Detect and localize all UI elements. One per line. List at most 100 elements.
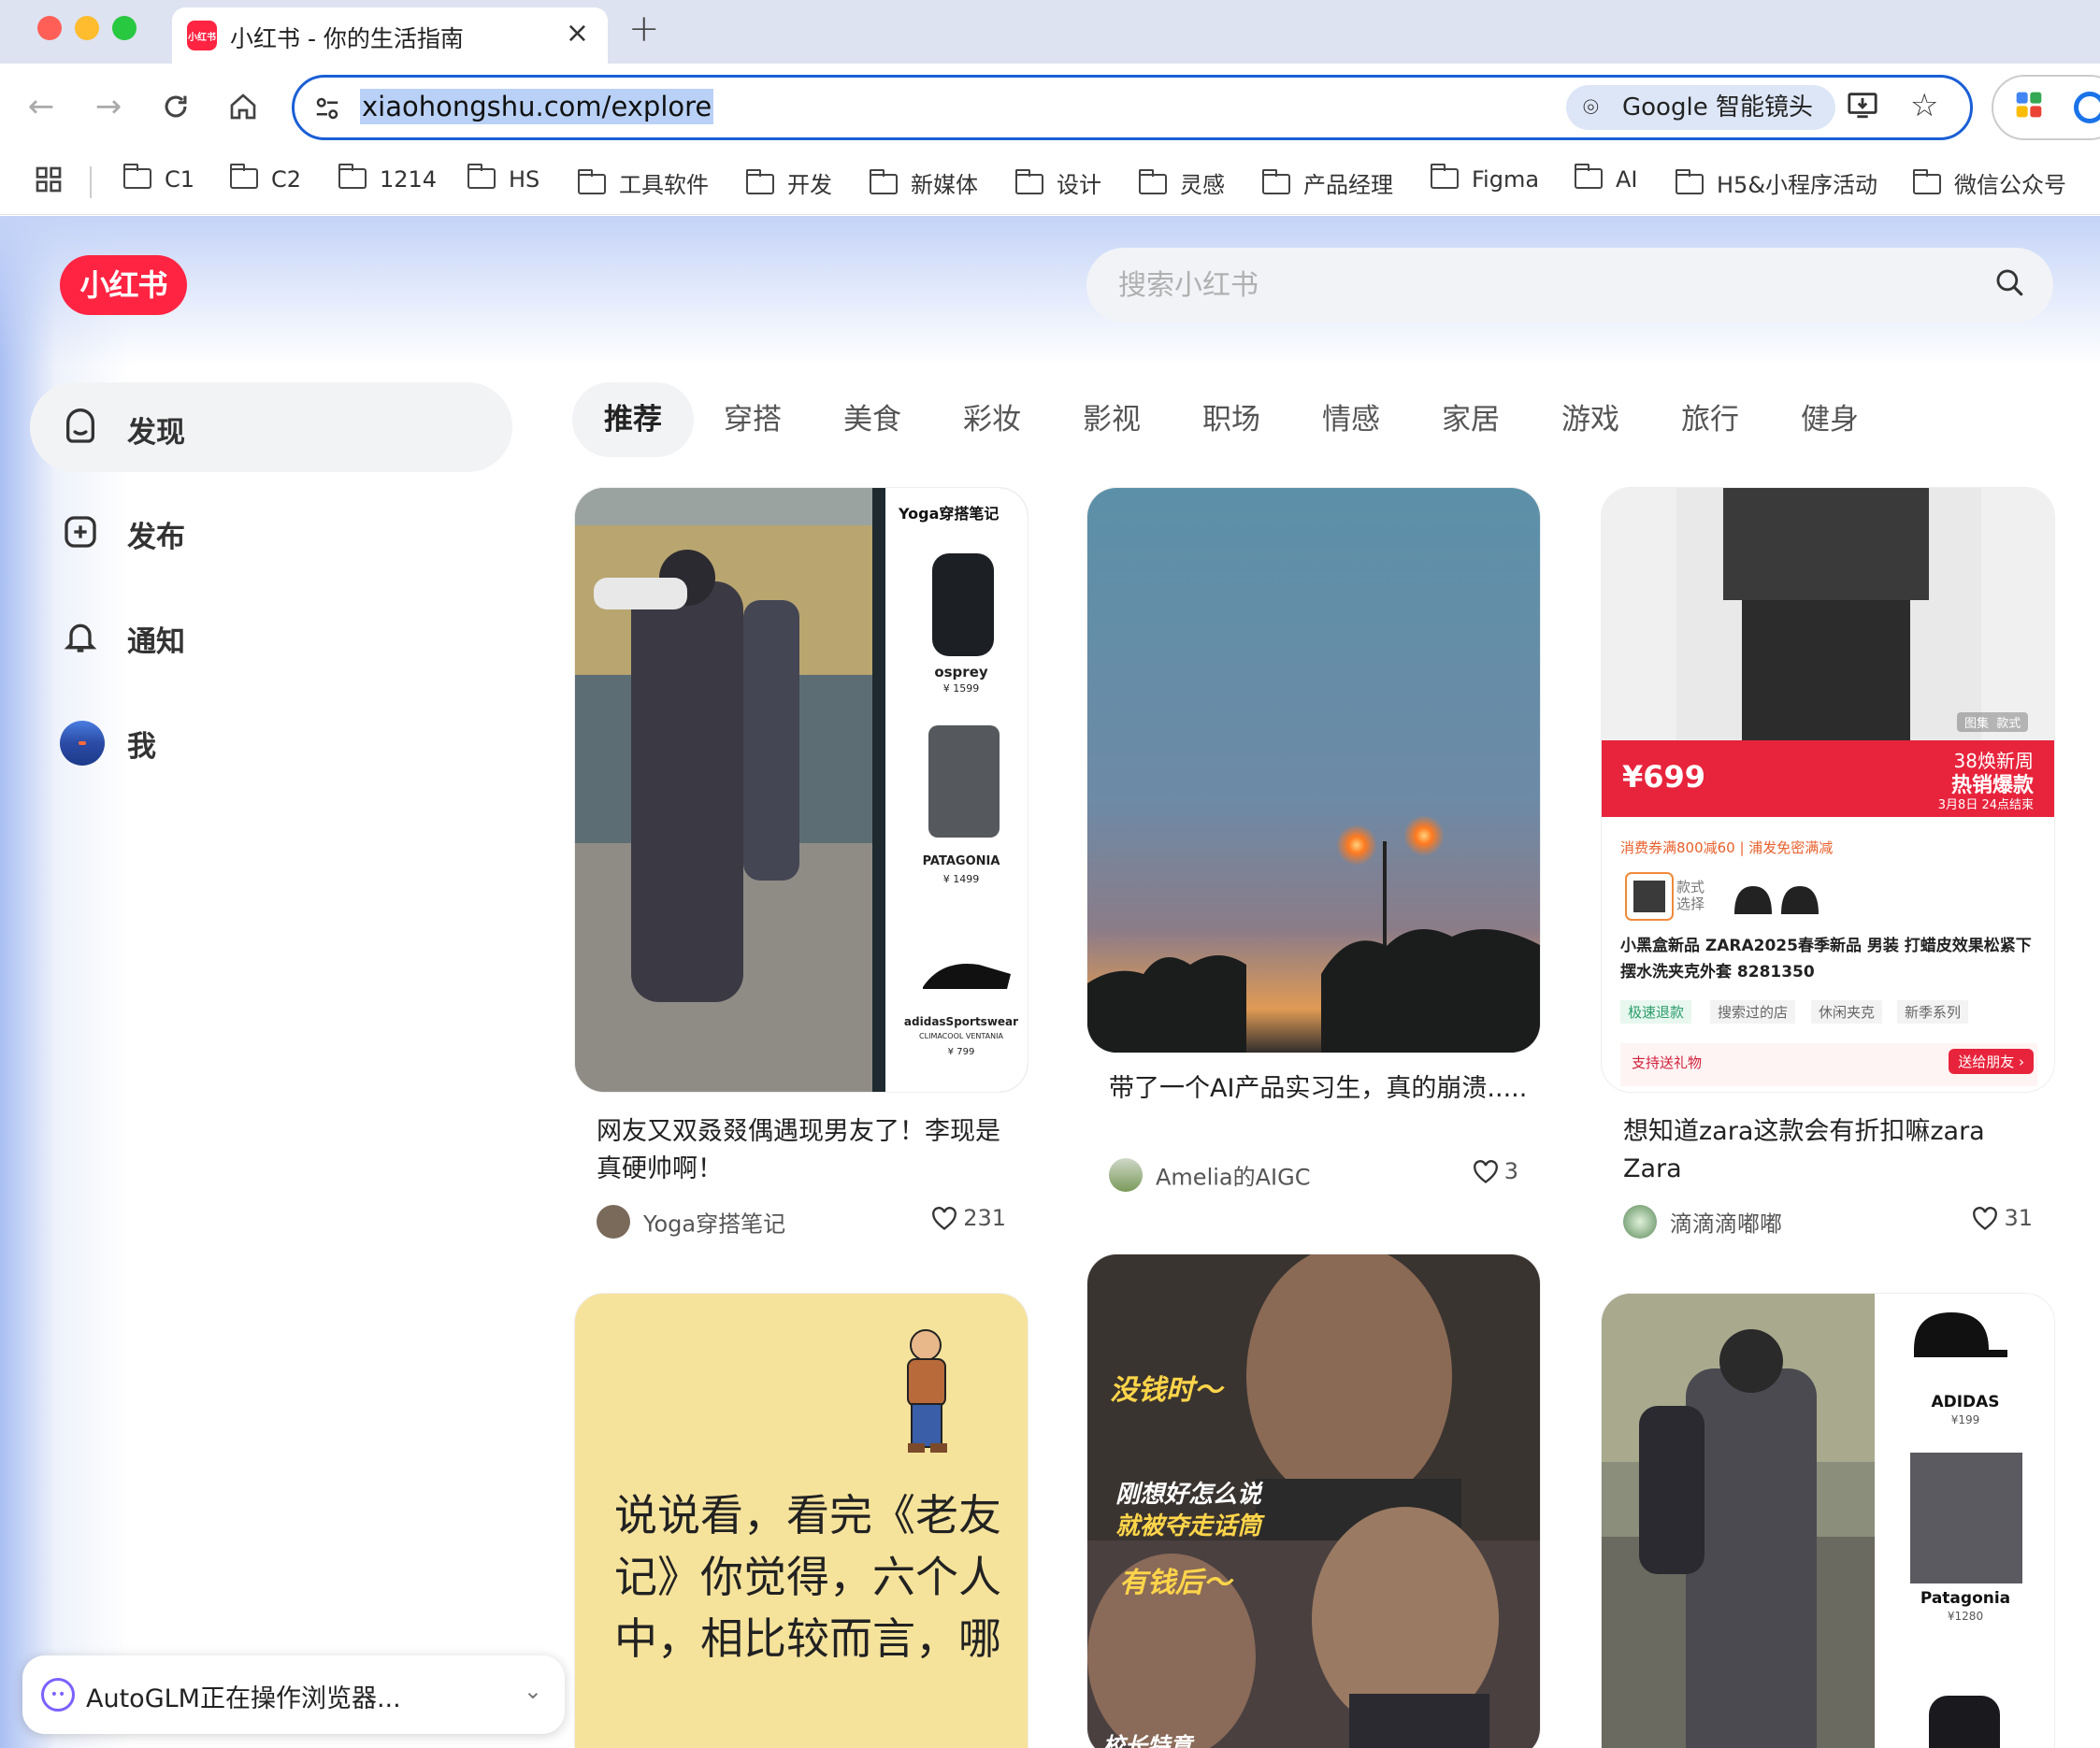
window-zoom-button[interactable] <box>112 16 137 40</box>
address-bar[interactable]: xiaohongshu.com/explore ⌾ Google 智能镜头 ☆ <box>292 75 1973 140</box>
tab-makeup[interactable]: 彩妆 <box>963 382 1021 457</box>
folder-icon <box>870 169 898 194</box>
author-avatar <box>1623 1205 1657 1239</box>
cover-price: ¥ 1599 <box>942 682 980 695</box>
cover-gift-button: 送给朋友 › <box>1949 1049 2034 1074</box>
cover-tag: 新季系列 <box>1897 1000 1969 1024</box>
tab-close-icon[interactable]: × <box>566 17 589 50</box>
card-title[interactable]: 想知道zara这款会有折扣嘛zara Zara <box>1623 1113 2044 1188</box>
extension-grid-icon[interactable] <box>2014 90 2046 122</box>
extensions-area <box>1992 75 2100 140</box>
feed-card[interactable]: ADIDAS ¥199 Patagonia ¥1280 <box>1601 1293 2055 1748</box>
card-author[interactable]: 滴滴滴嘟嘟 <box>1623 1205 1782 1239</box>
xiaohongshu-logo[interactable]: 小红书 <box>60 255 187 315</box>
tab-travel[interactable]: 旅行 <box>1681 382 1739 457</box>
folder-icon <box>578 169 606 194</box>
tab-career[interactable]: 职场 <box>1202 382 1260 457</box>
card-cover-image[interactable]: 说说看，看完《老友记》你觉得，六个人中，相比较而言，哪 <box>574 1293 1028 1748</box>
sidebar-item-publish[interactable]: 发布 <box>30 487 512 577</box>
bookmark-folder[interactable]: 开发 <box>746 166 832 199</box>
bookmark-folder[interactable]: 工具软件 <box>578 166 709 199</box>
autoglm-status-panel[interactable]: •• AutoGLM正在操作浏览器... ⌄ <box>22 1655 565 1734</box>
cover-price: ¥ 799 <box>947 1047 975 1057</box>
url-text[interactable]: xiaohongshu.com/explore <box>360 89 714 124</box>
tab-home[interactable]: 家居 <box>1442 382 1500 457</box>
bookmark-folder[interactable]: C2 <box>230 164 301 193</box>
site-info-icon[interactable] <box>313 91 341 129</box>
like-button[interactable]: 31 <box>1972 1205 2033 1231</box>
bookmark-folder[interactable]: 产品经理 <box>1262 166 1393 199</box>
tab-food[interactable]: 美食 <box>843 382 901 457</box>
sidebar-item-me[interactable]: 我 <box>30 696 512 786</box>
bookmark-folder[interactable]: Figma <box>1431 164 1539 193</box>
feed-card[interactable]: 图集 款式 ¥699 38焕新周 热销爆款 3月8日 24点结束 消费券满800… <box>1601 487 2055 1254</box>
avatar <box>60 721 105 766</box>
like-button[interactable]: 3 <box>1473 1158 1518 1184</box>
card-title[interactable]: 网友又双叒叕偶遇现男友了！李现是真硬帅啊！ <box>597 1113 1017 1188</box>
search-input[interactable] <box>1118 263 1960 308</box>
card-cover-image[interactable]: ADIDAS ¥199 Patagonia ¥1280 <box>1601 1293 2055 1748</box>
card-author[interactable]: Yoga穿搭笔记 <box>597 1205 785 1239</box>
cover-photo-sunset <box>1087 488 1540 1053</box>
google-lens-button[interactable]: ⌾ Google 智能镜头 <box>1566 85 1835 130</box>
author-avatar <box>597 1205 630 1239</box>
bookmark-folder[interactable]: 设计 <box>1015 166 1101 199</box>
tab-emotion[interactable]: 情感 <box>1322 382 1380 457</box>
tab-fitness[interactable]: 健身 <box>1801 382 1859 457</box>
sidebar-label: 发现 <box>127 416 185 450</box>
cover-photo-outfit <box>1602 1294 2054 1748</box>
bookmarks-divider <box>90 166 92 198</box>
bookmark-folder[interactable]: 灵感 <box>1139 166 1225 199</box>
home-icon[interactable] <box>223 86 264 127</box>
bookmark-folder[interactable]: 1214 <box>338 164 437 193</box>
window-minimize-button[interactable] <box>75 16 99 40</box>
tab-title: 小红书 - 你的生活指南 <box>230 25 464 52</box>
bookmark-folder[interactable]: 微信公众号 <box>1913 166 2066 199</box>
browser-tab-active[interactable]: 小红书 小红书 - 你的生活指南 × <box>172 7 608 64</box>
lens-camera-icon: ⌾ <box>1583 92 1599 122</box>
card-cover-image[interactable]: 图集 款式 ¥699 38焕新周 热销爆款 3月8日 24点结束 消费券满800… <box>1601 487 2055 1093</box>
card-cover-image[interactable] <box>1086 487 1541 1053</box>
sidebar-item-notifications[interactable]: 通知 <box>30 592 512 681</box>
bookmark-folder[interactable]: 新媒体 <box>870 166 978 199</box>
sidebar-item-discover[interactable]: 发现 <box>30 382 512 472</box>
card-cover-image[interactable]: Yoga穿搭笔记 osprey ¥ 1599 PATAGONIA ¥ 1499 … <box>574 487 1028 1093</box>
install-app-icon[interactable] <box>1847 89 1878 128</box>
chevron-down-icon[interactable]: ⌄ <box>524 1678 542 1704</box>
bookmark-folder[interactable]: AI <box>1575 164 1638 193</box>
bookmark-star-icon[interactable]: ☆ <box>1910 87 1938 124</box>
tab-fashion[interactable]: 穿搭 <box>724 382 782 457</box>
card-author[interactable]: Amelia的AIGC <box>1109 1158 1310 1192</box>
cover-brand: adidasSportswear <box>903 1015 1019 1028</box>
card-title[interactable]: 带了一个AI产品实习生，真的崩溃..... <box>1109 1070 1530 1108</box>
bookmark-folder[interactable]: HS <box>467 164 539 193</box>
folder-icon <box>1431 164 1459 189</box>
apps-grid-icon[interactable] <box>34 165 64 202</box>
search-icon[interactable] <box>1993 266 2025 298</box>
autoglm-bot-icon: •• <box>41 1678 75 1712</box>
xiaohongshu-favicon-icon: 小红书 <box>187 21 217 50</box>
tab-film[interactable]: 影视 <box>1083 382 1141 457</box>
profile-icon[interactable] <box>2074 92 2100 123</box>
cover-brand: ADIDAS <box>1931 1393 2000 1411</box>
cover-style-select: 款式选择 <box>1676 879 1705 912</box>
cover-brand: Patagonia <box>1920 1589 2011 1608</box>
bookmark-folder[interactable]: C1 <box>123 164 194 193</box>
like-button[interactable]: 231 <box>931 1205 1006 1231</box>
cover-price: ¥ 1499 <box>942 873 980 885</box>
new-tab-plus-icon[interactable]: + <box>628 7 660 50</box>
feed-card[interactable]: Yoga穿搭笔记 osprey ¥ 1599 PATAGONIA ¥ 1499 … <box>574 487 1028 1254</box>
feed-card[interactable]: 说说看，看完《老友记》你觉得，六个人中，相比较而言，哪 <box>574 1293 1028 1748</box>
window-close-button[interactable] <box>37 16 62 40</box>
cover-tags: 图集 款式 <box>1957 712 2029 732</box>
feed-card[interactable]: 带了一个AI产品实习生，真的崩溃..... Amelia的AIGC 3 <box>1086 487 1541 1207</box>
card-cover-image[interactable]: 没钱时～ 刚想好怎么说 就被夺走话筒 有钱后～ 校长特意 <box>1086 1254 1541 1748</box>
back-arrow-icon[interactable]: ← <box>21 86 62 127</box>
tab-games[interactable]: 游戏 <box>1561 382 1619 457</box>
feed-card[interactable]: 没钱时～ 刚想好怎么说 就被夺走话筒 有钱后～ 校长特意 <box>1086 1254 1541 1748</box>
browser-tab-bar: 小红书 小红书 - 你的生活指南 × + <box>0 0 2100 64</box>
forward-arrow-icon[interactable]: → <box>88 86 129 127</box>
reload-icon[interactable] <box>155 86 196 127</box>
tab-recommend[interactable]: 推荐 <box>572 382 694 457</box>
bookmark-folder[interactable]: H5&小程序活动 <box>1676 166 1877 199</box>
